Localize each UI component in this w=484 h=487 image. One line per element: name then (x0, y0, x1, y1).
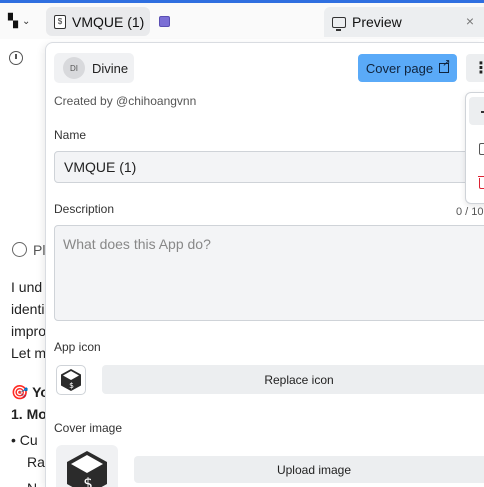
app-icon-label: App icon (54, 340, 101, 354)
description-label: Description (54, 202, 115, 216)
top-bar: ▚ ⌄ $ VMQUE (1) Preview × (0, 3, 484, 39)
chat-text-line: impro (11, 323, 47, 339)
copy-icon[interactable] (479, 143, 484, 155)
monitor-icon (332, 16, 346, 31)
description-placeholder: What does this App do? (63, 236, 211, 252)
chat-text-line: I und (11, 279, 43, 295)
name-field[interactable]: VMQUE (1) (54, 151, 484, 183)
app-tab-label: VMQUE (1) (72, 13, 145, 30)
name-label: Name (54, 128, 87, 142)
cover-image-preview[interactable]: $ (56, 445, 118, 487)
terminal-hexagon-icon: $ (61, 369, 81, 391)
chevron-down-icon: ⌄ (22, 15, 31, 27)
chat-text-line: identi (11, 301, 45, 317)
file-icon: $ (54, 14, 66, 29)
chat-text-line: • Cu (11, 432, 38, 448)
cover-page-button[interactable]: Cover page (358, 54, 457, 82)
app-color-icon[interactable] (159, 16, 170, 27)
replace-icon-button[interactable]: Replace icon (102, 365, 484, 394)
upload-image-button[interactable]: Upload image (134, 456, 484, 483)
app-tab[interactable]: $ VMQUE (1) (46, 7, 150, 36)
owner-name: Divine (92, 60, 129, 76)
trash-icon[interactable] (478, 176, 484, 189)
terminal-hexagon-icon: $ (67, 450, 107, 487)
plan-icon (12, 242, 27, 257)
app-icon-preview[interactable]: $ (56, 365, 86, 395)
more-options-menu (465, 92, 484, 204)
chat-text-line: 🎯 Yo (11, 384, 49, 400)
cover-image-label: Cover image (54, 421, 123, 435)
svg-text:$: $ (69, 381, 74, 390)
tab-preview[interactable]: Preview × (324, 7, 484, 37)
upload-image-label: Upload image (276, 462, 352, 477)
owner-selector[interactable]: DI Divine (54, 53, 134, 83)
close-icon[interactable]: × (466, 13, 474, 29)
app-settings-panel: DI Divine Cover page ⋮ Created by @chiho… (45, 42, 484, 487)
cover-page-label: Cover page (365, 60, 434, 76)
chat-text-line: N (27, 480, 37, 487)
svg-text:$: $ (83, 474, 93, 487)
name-field-value: VMQUE (1) (64, 159, 137, 175)
app-logo-icon: ▚ (8, 13, 18, 28)
external-link-icon (439, 58, 450, 73)
preview-tab-label: Preview (352, 14, 402, 30)
chat-text-line: Let m (11, 345, 47, 361)
app-switcher[interactable]: ▚ ⌄ (8, 10, 42, 32)
created-by-text: Created by @chihoangvnn (54, 94, 197, 108)
chat-text-line: Pl (33, 242, 46, 258)
more-options-button[interactable]: ⋮ (466, 54, 484, 82)
description-field[interactable]: What does this App do? (54, 225, 484, 321)
history-icon[interactable] (9, 51, 23, 65)
menu-item-minus[interactable] (469, 97, 484, 125)
avatar: DI (63, 57, 85, 79)
replace-icon-label: Replace icon (264, 372, 334, 387)
chat-text-line: 1. Mo (11, 406, 47, 422)
description-counter: 0 / 10 (456, 206, 484, 218)
